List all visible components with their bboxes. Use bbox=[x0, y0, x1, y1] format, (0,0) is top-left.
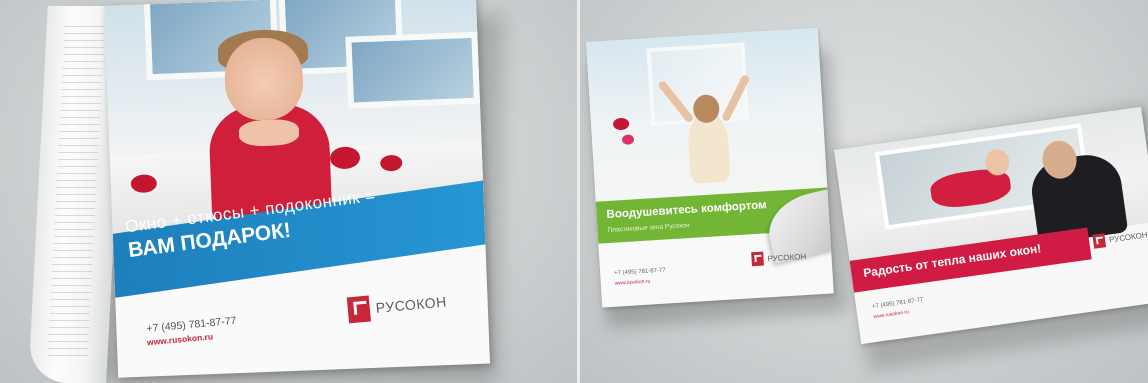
child-face bbox=[223, 36, 305, 122]
phone-number: +7 (495) 781-87-77 bbox=[871, 297, 924, 311]
brochure: Воодушевитесь комфортом Пластиковые окна… bbox=[586, 27, 834, 308]
rusokon-logo-icon bbox=[1092, 233, 1107, 249]
rusokon-logo: РУСОКОН bbox=[346, 289, 448, 324]
child-hands bbox=[238, 118, 300, 147]
brochure-photo bbox=[586, 27, 828, 204]
website: www.rusokon.ru bbox=[873, 309, 910, 321]
rusokon-logo-icon bbox=[751, 251, 764, 267]
brand-name: РУСОКОН bbox=[375, 293, 448, 316]
photo-scene: Окно + откосы + подоконник = ВАМ ПОДАРОК… bbox=[0, 0, 1148, 383]
print-panel: Воодушевитесь комфортом Пластиковые окна… bbox=[580, 0, 1148, 383]
page-text-lines bbox=[47, 26, 105, 356]
website: www.rusokon.ru bbox=[614, 278, 651, 287]
phone-number: +7 (495) 781-87-77 bbox=[145, 314, 237, 335]
magazine-ad-page: Окно + откосы + подоконник = ВАМ ПОДАРОК… bbox=[104, 0, 491, 378]
magazine-panel: Окно + откосы + подоконник = ВАМ ПОДАРОК… bbox=[0, 0, 577, 383]
window-pane bbox=[345, 31, 481, 109]
flyer: Радость от тепла наших окон! РУСОКОН +7 … bbox=[834, 106, 1148, 345]
rusokon-logo-icon bbox=[346, 295, 372, 324]
phone-number: +7 (495) 781-87-77 bbox=[614, 267, 666, 277]
flower-pot bbox=[612, 117, 630, 131]
flower-pot bbox=[621, 134, 635, 145]
rusokon-logo: РУСОКОН bbox=[751, 249, 807, 267]
brand-name: РУСОКОН bbox=[1108, 229, 1148, 245]
brand-name: РУСОКОН bbox=[767, 251, 807, 263]
